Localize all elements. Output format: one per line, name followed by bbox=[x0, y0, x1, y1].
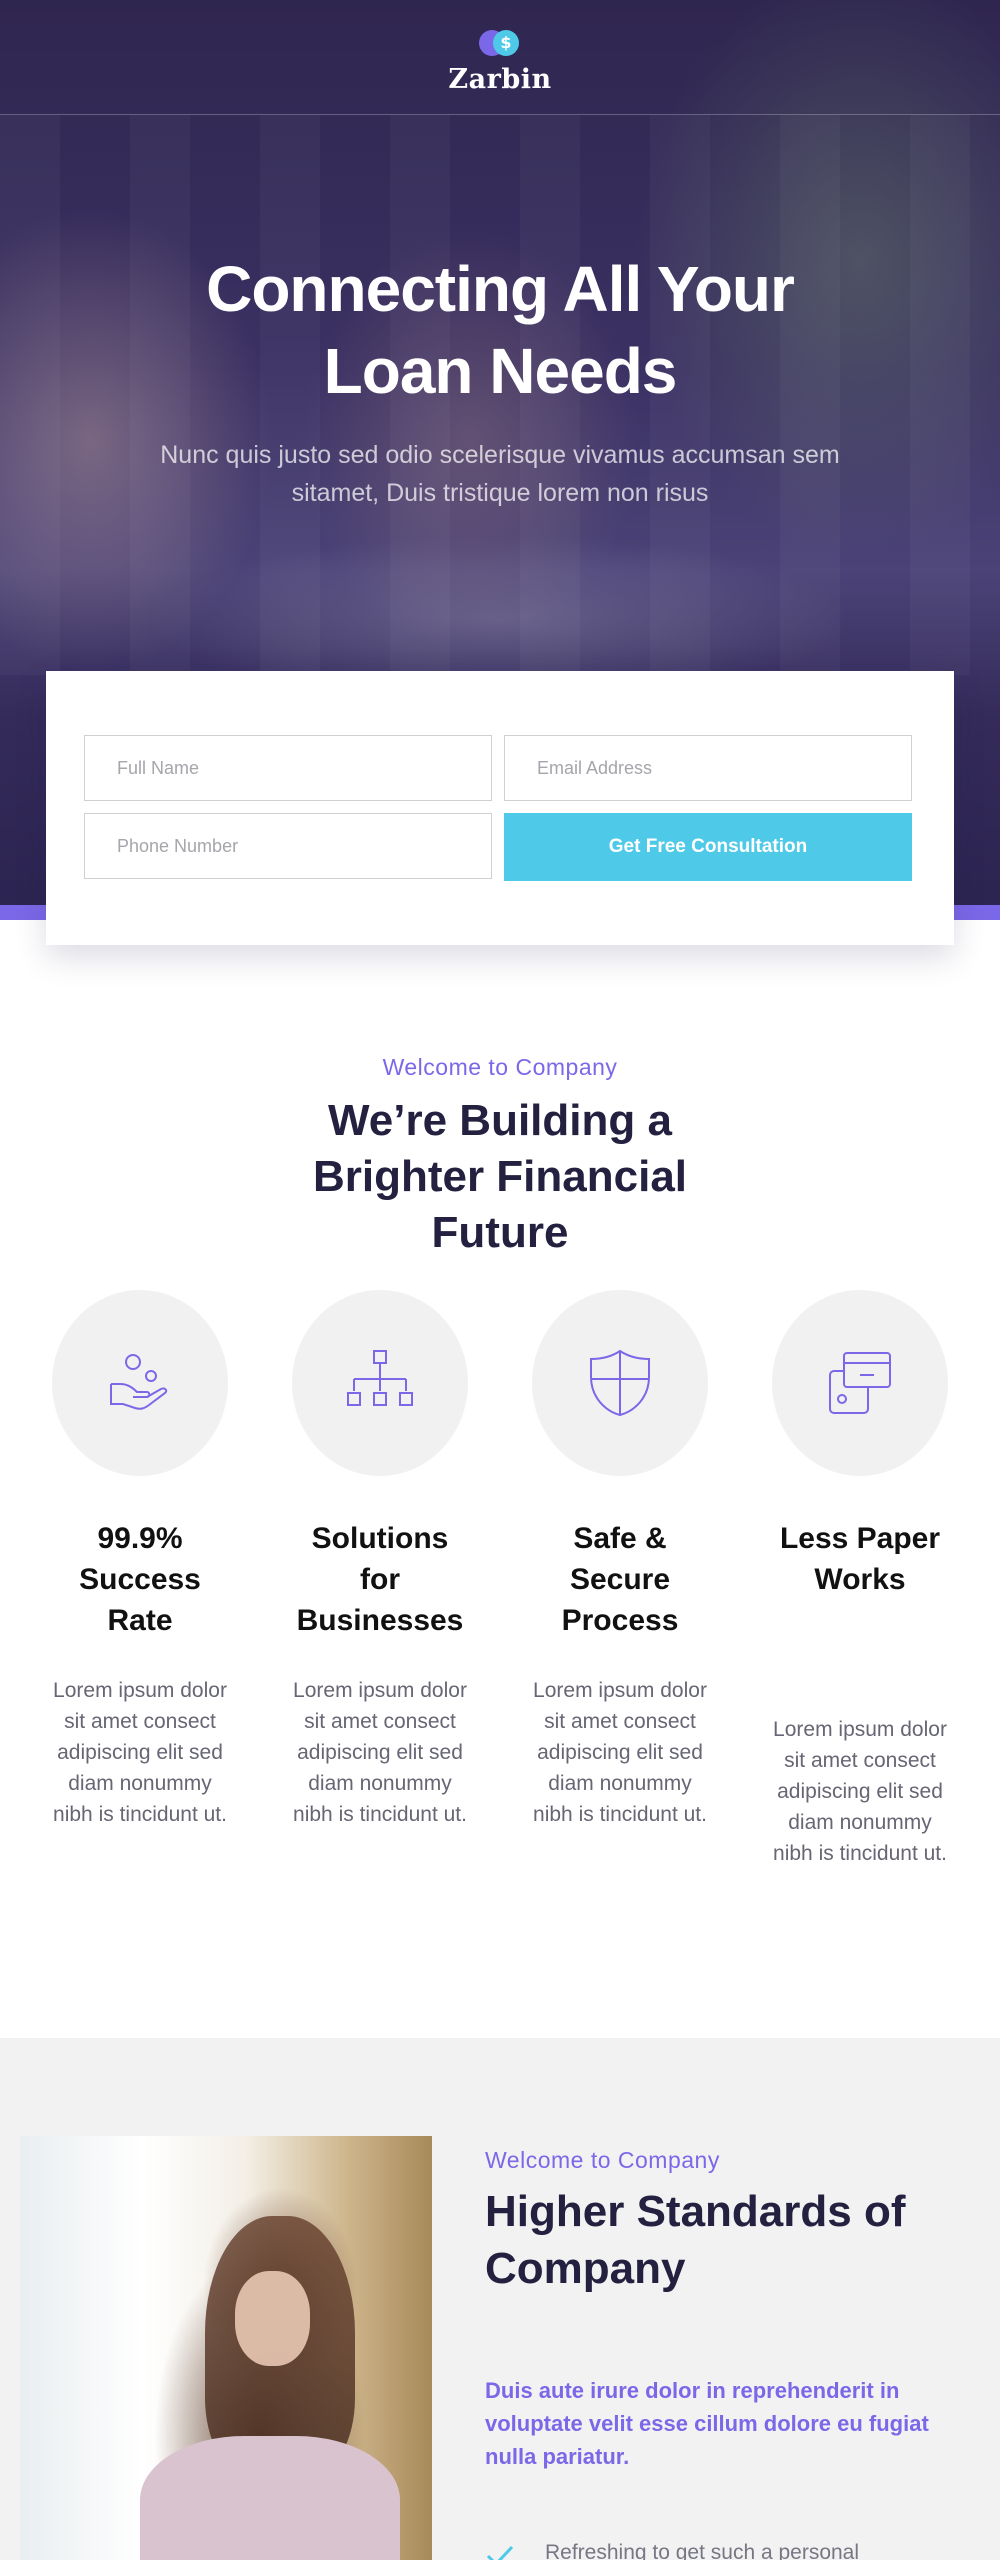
feature-title: 99.9% Success Rate bbox=[79, 1522, 201, 1637]
feature-less-paper: Less Paper Works Lorem ipsum dolor sit a… bbox=[772, 1290, 948, 1865]
checklist-text: Refreshing to get such a personal bbox=[545, 2541, 860, 2560]
woman-reading-photo bbox=[20, 2136, 432, 2560]
feature-description: Lorem ipsum dolor sit amet consect adipi… bbox=[53, 1679, 227, 1826]
welcome-eyebrow: Welcome to Company bbox=[382, 1054, 618, 1080]
welcome-title: We’re Building a Brighter Financial Futu… bbox=[312, 1096, 688, 1257]
feature-description: Lorem ipsum dolor sit amet consect adipi… bbox=[293, 1679, 467, 1826]
feature-title: Solutions for Businesses bbox=[296, 1522, 464, 1637]
consultation-form: Get Free Consultation bbox=[46, 671, 954, 945]
standards-lead: Duis aute irure dolor in reprehenderit i… bbox=[485, 2378, 929, 2469]
feature-icon-circle bbox=[772, 1290, 948, 1476]
feature-icon-circle bbox=[532, 1290, 708, 1476]
feature-success-rate: 99.9% Success Rate Lorem ipsum dolor sit… bbox=[52, 1290, 228, 1826]
checkmark-icon bbox=[486, 2545, 514, 2560]
get-consultation-button[interactable]: Get Free Consultation bbox=[504, 813, 912, 881]
feature-icon-circle bbox=[292, 1290, 468, 1476]
checklist-item: Refreshing to get such a personal bbox=[485, 2541, 965, 2560]
shield-icon bbox=[590, 1349, 650, 1417]
email-input[interactable] bbox=[504, 735, 912, 801]
feature-description: Lorem ipsum dolor sit amet consect adipi… bbox=[773, 1718, 947, 1865]
feature-title: Less Paper Works bbox=[779, 1522, 941, 1596]
org-chart-icon bbox=[347, 1350, 413, 1406]
full-name-input[interactable] bbox=[84, 735, 492, 801]
coin-logo-icon: $ bbox=[477, 28, 523, 56]
feature-description: Lorem ipsum dolor sit amet consect adipi… bbox=[533, 1679, 707, 1826]
hero-subtitle: Nunc quis justo sed odio scelerisque viv… bbox=[160, 441, 840, 507]
feature-icon-circle bbox=[52, 1290, 228, 1476]
feature-solutions-businesses: Solutions for Businesses Lorem ipsum dol… bbox=[292, 1290, 468, 1826]
feature-title: Safe & Secure Process bbox=[561, 1522, 679, 1637]
header-divider bbox=[0, 114, 1000, 115]
standards-eyebrow: Welcome to Company bbox=[485, 2147, 720, 2173]
brand-name: Zarbin bbox=[448, 64, 552, 95]
hero-title: Connecting All Your Loan Needs bbox=[206, 253, 795, 407]
standards-title: Higher Standards of Company bbox=[485, 2187, 906, 2293]
documents-icon bbox=[829, 1352, 891, 1414]
feature-safe-secure: Safe & Secure Process Lorem ipsum dolor … bbox=[532, 1290, 708, 1826]
hand-coins-icon bbox=[110, 1354, 168, 1410]
phone-input[interactable] bbox=[84, 813, 492, 879]
site-logo[interactable]: $ Zarbin bbox=[0, 28, 1000, 95]
